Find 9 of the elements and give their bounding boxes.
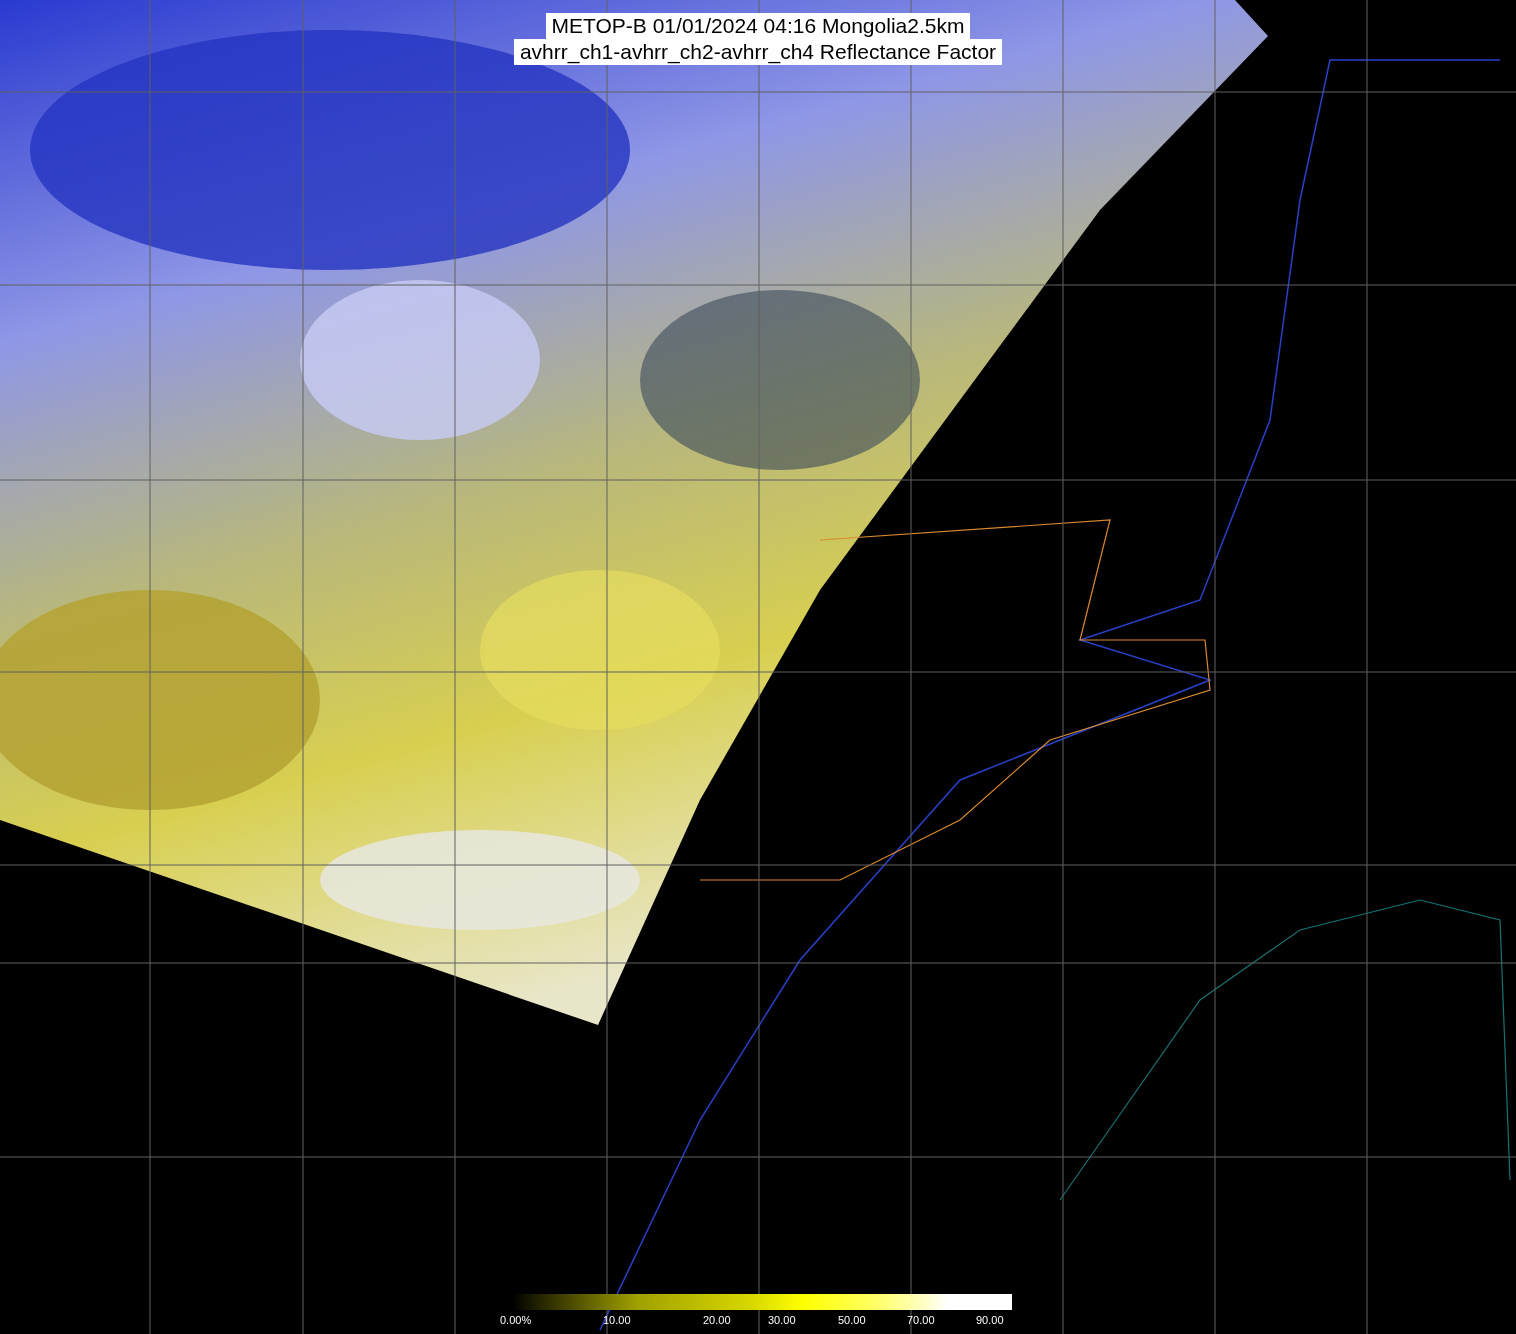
- scale-label: 70.00: [907, 1313, 935, 1327]
- scale-label: 10.00: [603, 1313, 631, 1327]
- scale-label: 0.00%: [500, 1313, 532, 1327]
- map-title: METOP-B 01/01/2024 04:16 Mongolia2.5km: [545, 13, 971, 39]
- scale-label: 50.00: [838, 1313, 866, 1327]
- scale-label: 30.00: [768, 1313, 796, 1327]
- map-title: avhrr_ch1-avhrr_ch2-avhrr_ch4 Reflectance Factor: [513, 39, 1003, 65]
- scale-label: 20.00: [703, 1313, 731, 1327]
- scale-label: 90.00: [976, 1313, 1004, 1327]
